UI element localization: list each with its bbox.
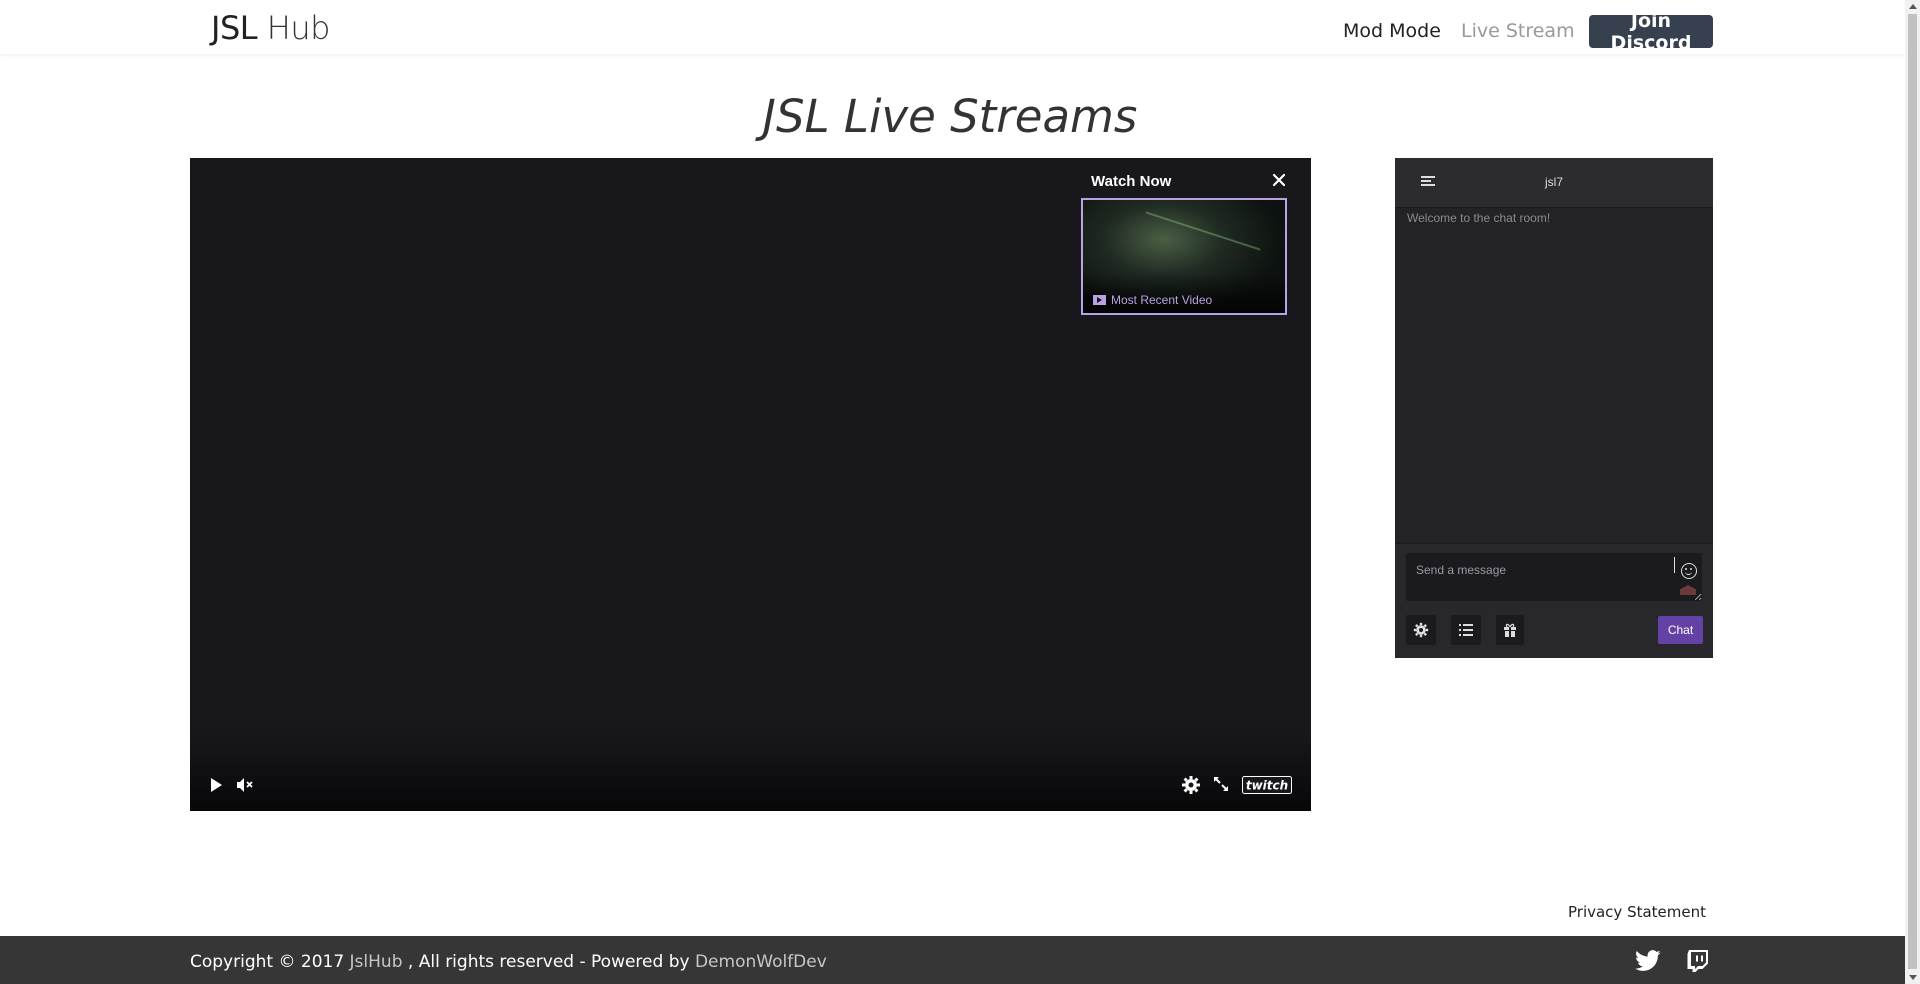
emoji-icon[interactable] bbox=[1681, 563, 1697, 579]
close-icon[interactable] bbox=[1270, 171, 1288, 189]
chat-send-button[interactable]: Chat bbox=[1658, 616, 1703, 644]
viewer-list-icon[interactable] bbox=[1451, 615, 1481, 645]
scroll-down-icon[interactable] bbox=[1909, 975, 1917, 980]
footer-copyright: Copyright © 2017 JslHub , All rights res… bbox=[190, 952, 827, 972]
navbar: JSL Hub Mod Mode Live Stream Join Discor… bbox=[0, 0, 1905, 54]
chat-settings-gear-icon[interactable] bbox=[1406, 615, 1436, 645]
player-gradient bbox=[190, 731, 1311, 811]
scroll-up-icon[interactable] bbox=[1909, 4, 1917, 9]
footer: Copyright © 2017 JslHub , All rights res… bbox=[0, 936, 1905, 984]
powered-by-link[interactable]: DemonWolfDev bbox=[695, 952, 827, 972]
chat-panel: jsl7 Welcome to the chat room! Chat bbox=[1395, 158, 1713, 658]
twitch-logo[interactable]: twitch bbox=[1242, 776, 1292, 794]
chat-footer: Chat bbox=[1395, 543, 1713, 658]
watch-now-panel: Watch Now Most Recent Video bbox=[1081, 165, 1307, 315]
thumbnail-label: Most Recent Video bbox=[1093, 293, 1212, 307]
scroll-thumb[interactable] bbox=[1908, 14, 1917, 969]
nav-live-stream[interactable]: Live Stream bbox=[1461, 20, 1575, 42]
page: JSL Hub Mod Mode Live Stream Join Discor… bbox=[0, 0, 1920, 984]
join-discord-button[interactable]: Join Discord bbox=[1589, 10, 1713, 54]
brand-bold: JSL bbox=[211, 9, 258, 47]
page-scrollbar[interactable] bbox=[1905, 0, 1920, 984]
page-title: JSL Live Streams bbox=[762, 90, 1138, 143]
thumbnail-label-text: Most Recent Video bbox=[1111, 293, 1213, 307]
brand-logo[interactable]: JSL Hub bbox=[211, 9, 330, 47]
chat-channel-name: jsl7 bbox=[1544, 175, 1563, 189]
chat-welcome-message: Welcome to the chat room! bbox=[1407, 211, 1551, 225]
settings-gear-icon[interactable] bbox=[1181, 775, 1201, 795]
company-link[interactable]: JslHub bbox=[350, 952, 403, 972]
video-icon bbox=[1093, 295, 1106, 305]
text-cursor-icon bbox=[1674, 557, 1680, 573]
mute-icon[interactable] bbox=[235, 776, 255, 794]
nav-mod-mode[interactable]: Mod Mode bbox=[1343, 20, 1441, 42]
thumbnail-image bbox=[1145, 211, 1261, 251]
gift-icon[interactable] bbox=[1496, 615, 1524, 645]
twitter-icon[interactable] bbox=[1635, 950, 1661, 972]
chat-header: jsl7 bbox=[1395, 158, 1713, 208]
copyright-mid: , All rights reserved - Powered by bbox=[402, 952, 695, 972]
brand-light: Hub bbox=[266, 9, 331, 47]
chat-message-input[interactable] bbox=[1406, 553, 1702, 601]
copyright-prefix: Copyright © 2017 bbox=[190, 952, 350, 972]
watch-now-title: Watch Now bbox=[1091, 173, 1172, 190]
twitch-icon[interactable] bbox=[1686, 949, 1710, 973]
video-player[interactable]: Watch Now Most Recent Video twitch bbox=[190, 158, 1311, 811]
recent-video-thumbnail[interactable]: Most Recent Video bbox=[1081, 198, 1287, 315]
fullscreen-icon[interactable] bbox=[1212, 775, 1230, 793]
play-icon[interactable] bbox=[207, 776, 225, 794]
twitch-logo-text: twitch bbox=[1246, 779, 1288, 793]
privacy-statement-link[interactable]: Privacy Statement bbox=[1568, 903, 1706, 921]
